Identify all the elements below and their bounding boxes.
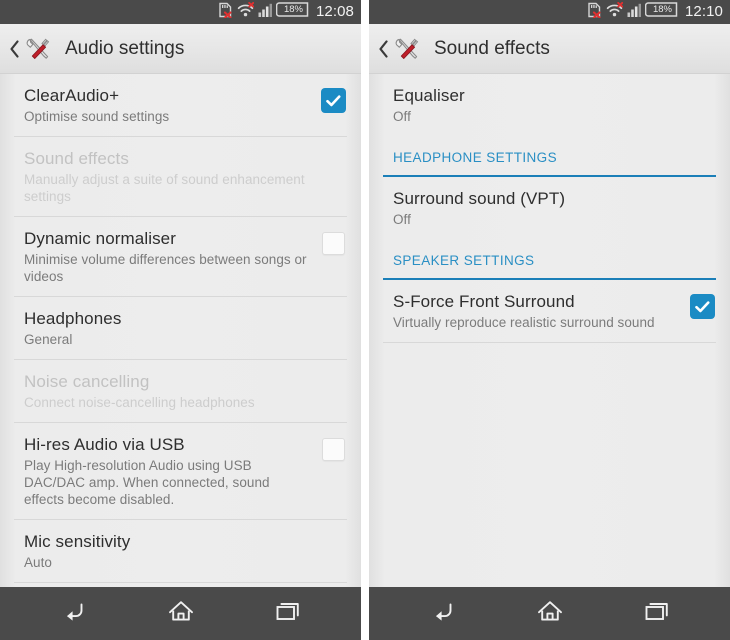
- system-nav-bar: [369, 587, 730, 640]
- list-item-subtitle: Manually adjust a suite of sound enhance…: [24, 172, 305, 204]
- list-divider: [383, 342, 716, 343]
- home-icon: [167, 598, 195, 629]
- list-item-subtitle: Play High-resolution Audio using USB DAC…: [24, 458, 270, 507]
- signal-bars-icon: [627, 2, 642, 23]
- list-item-subtitle: General: [24, 332, 73, 347]
- up-chevron-icon[interactable]: [8, 39, 22, 59]
- checkbox-container[interactable]: [319, 434, 347, 461]
- sdcard-error-icon: [218, 2, 233, 23]
- list-item-texts: ClearAudio+ Optimise sound settings: [24, 85, 319, 125]
- list-item-mic-sensitivity[interactable]: Mic sensitivity Auto: [0, 520, 361, 582]
- status-icons: 18%: [218, 1, 309, 23]
- list-item-subtitle: Virtually reproduce realistic surround s…: [393, 315, 655, 330]
- wifi-error-icon: [606, 1, 624, 23]
- home-icon: [536, 598, 564, 629]
- list-divider: [14, 582, 347, 583]
- recents-icon: [274, 598, 302, 629]
- sdcard-error-icon: [587, 2, 602, 23]
- list-item-subtitle: Minimise volume differences between song…: [24, 252, 307, 284]
- back-icon: [429, 598, 457, 629]
- list-item-clearaudio[interactable]: ClearAudio+ Optimise sound settings: [0, 74, 361, 136]
- action-bar: Audio settings: [0, 24, 361, 74]
- checkbox-container[interactable]: [319, 228, 347, 255]
- settings-list[interactable]: ClearAudio+ Optimise sound settings Sound …: [0, 74, 361, 587]
- list-item-texts: Mic sensitivity Auto: [24, 531, 347, 571]
- list-item-title: ClearAudio+: [24, 86, 120, 105]
- list-item-hi-res-audio-usb[interactable]: Hi-res Audio via USB Play High-resolution…: [0, 423, 361, 519]
- list-item-noise-cancelling: Noise cancelling Connect noise-cancelling…: [0, 360, 361, 422]
- page-title: Audio settings: [65, 38, 185, 59]
- dual-screenshot-container: 18% 12:08 Audio settings ClearAudio+ Optimis…: [0, 0, 730, 640]
- list-item-title: Headphones: [24, 309, 122, 328]
- checkbox-unchecked-icon[interactable]: [321, 232, 345, 255]
- list-item-subtitle: Off: [393, 109, 411, 124]
- list-item-title: Dynamic normaliser: [24, 229, 177, 248]
- nav-recents-button[interactable]: [629, 594, 685, 634]
- checkbox-checked-icon[interactable]: [321, 89, 345, 112]
- list-item-texts: Noise cancelling Connect noise-cancelling…: [24, 371, 347, 411]
- list-item-subtitle: Connect noise-cancelling headphones: [24, 395, 255, 410]
- list-item-sound-effects: Sound effects Manually adjust a suite of …: [0, 137, 361, 216]
- list-item-texts: Surround sound (VPT) Off: [393, 188, 716, 228]
- list-item-title: Surround sound (VPT): [393, 189, 566, 208]
- screen-sound-effects: 18% 12:10 Sound effects Equaliser Off HEADPHO…: [369, 0, 730, 640]
- tools-icon[interactable]: [392, 34, 422, 64]
- section-header-label: HEADPHONE SETTINGS: [393, 150, 557, 165]
- list-item-texts: Sound effects Manually adjust a suite of …: [24, 148, 347, 205]
- nav-home-button[interactable]: [522, 594, 578, 634]
- tools-icon[interactable]: [23, 34, 53, 64]
- list-item-subtitle: Off: [393, 212, 411, 227]
- list-item-texts: Equaliser Off: [393, 85, 716, 125]
- settings-list[interactable]: Equaliser Off HEADPHONE SETTINGS Surround s…: [369, 74, 730, 587]
- action-bar: Sound effects: [369, 24, 730, 74]
- section-header-headphone-settings-header: HEADPHONE SETTINGS: [369, 136, 730, 170]
- nav-back-button[interactable]: [415, 594, 471, 634]
- checkbox-container[interactable]: [319, 85, 347, 112]
- system-nav-bar: [0, 587, 361, 640]
- section-header-speaker-settings-header: SPEAKER SETTINGS: [369, 239, 730, 273]
- list-item-texts: S-Force Front Surround Virtually reproduc…: [393, 291, 688, 331]
- list-item-title: Mic sensitivity: [24, 532, 131, 551]
- back-icon: [60, 598, 88, 629]
- list-item-texts: Hi-res Audio via USB Play High-resolution…: [24, 434, 319, 508]
- signal-bars-icon: [258, 2, 273, 23]
- screen-audio-settings: 18% 12:08 Audio settings ClearAudio+ Optimis…: [0, 0, 361, 640]
- page-title: Sound effects: [434, 38, 550, 59]
- list-item-headphones[interactable]: Headphones General: [0, 297, 361, 359]
- checkbox-container[interactable]: [688, 291, 716, 318]
- status-clock: 12:10: [684, 3, 723, 20]
- nav-back-button[interactable]: [46, 594, 102, 634]
- status-clock: 12:08: [315, 3, 354, 20]
- battery-icon: 18%: [275, 2, 309, 22]
- list-item-title: Equaliser: [393, 86, 465, 105]
- nav-home-button[interactable]: [153, 594, 209, 634]
- list-item-title: Noise cancelling: [24, 372, 150, 391]
- status-bar: 18% 12:08: [0, 0, 361, 24]
- section-header-label: SPEAKER SETTINGS: [393, 253, 535, 268]
- list-item-subtitle: Optimise sound settings: [24, 109, 170, 124]
- list-item-s-force-front-surround[interactable]: S-Force Front Surround Virtually reproduc…: [369, 280, 730, 342]
- list-item-surround-sound-vpt[interactable]: Surround sound (VPT) Off: [369, 177, 730, 239]
- list-item-texts: Dynamic normaliser Minimise volume differ…: [24, 228, 319, 285]
- list-item-dynamic-normaliser[interactable]: Dynamic normaliser Minimise volume differ…: [0, 217, 361, 296]
- battery-icon: 18%: [644, 2, 678, 22]
- list-item-title: Hi-res Audio via USB: [24, 435, 185, 454]
- list-item-title: S-Force Front Surround: [393, 292, 575, 311]
- checkbox-unchecked-icon[interactable]: [321, 438, 345, 461]
- list-item-texts: Headphones General: [24, 308, 347, 348]
- status-icons: 18%: [587, 1, 678, 23]
- wifi-error-icon: [237, 1, 255, 23]
- recents-icon: [643, 598, 671, 629]
- list-item-equaliser[interactable]: Equaliser Off: [369, 74, 730, 136]
- nav-recents-button[interactable]: [260, 594, 316, 634]
- list-item-subtitle: Auto: [24, 555, 52, 570]
- status-bar: 18% 12:10: [369, 0, 730, 24]
- up-chevron-icon[interactable]: [377, 39, 391, 59]
- list-item-title: Sound effects: [24, 149, 129, 168]
- checkbox-checked-icon[interactable]: [690, 295, 714, 318]
